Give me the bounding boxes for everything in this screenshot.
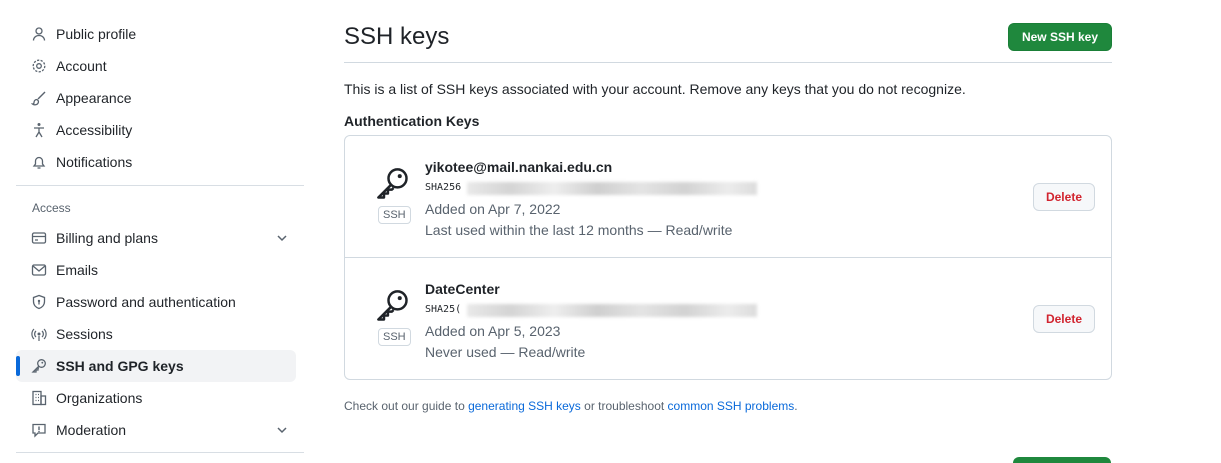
chevron-down-icon[interactable] <box>274 422 290 438</box>
sidebar-item-label: Notifications <box>56 154 133 170</box>
delete-key-button[interactable]: Delete <box>1032 305 1095 333</box>
sidebar-item-password[interactable]: Password and authentication <box>16 286 304 318</box>
key-added-date: Added on Apr 5, 2023 <box>425 323 561 339</box>
sidebar-item-label: Public profile <box>56 26 137 42</box>
settings-sidebar: Public profile Account Appearance Access… <box>16 18 304 453</box>
key-title: yikotee@mail.nankai.edu.cn <box>425 159 613 175</box>
intro-text: This is a list of SSH keys associated wi… <box>344 81 966 97</box>
sidebar-item-label: Organizations <box>56 390 143 406</box>
help-text-middle: or troubleshoot <box>580 399 668 413</box>
mail-icon <box>31 262 47 278</box>
key-type-badge: SSH <box>378 206 411 224</box>
help-text-prefix: Check out our guide to <box>344 399 469 413</box>
help-text: Check out our guide to generating SSH ke… <box>344 399 1112 413</box>
redacted-fingerprint <box>467 182 757 195</box>
sidebar-item-moderation[interactable]: Moderation <box>16 414 304 446</box>
sidebar-item-notifications[interactable]: Notifications <box>16 146 304 178</box>
gear-icon <box>31 58 47 74</box>
header-divider <box>344 62 1112 63</box>
paintbrush-icon <box>31 90 47 106</box>
sidebar-item-sessions[interactable]: Sessions <box>16 318 304 350</box>
new-ssh-key-button[interactable]: New SSH key <box>1007 23 1112 51</box>
page-header: SSH keys New SSH key <box>344 18 1112 56</box>
sidebar-item-account[interactable]: Account <box>16 50 304 82</box>
sidebar-item-billing[interactable]: Billing and plans <box>16 222 304 254</box>
accessibility-icon <box>31 122 47 138</box>
sidebar-item-label: Moderation <box>56 422 127 438</box>
list-item: SSH yikotee@mail.nankai.edu.cn SHA256 Ad… <box>345 136 1111 257</box>
key-fingerprint: SHA256 <box>425 182 462 193</box>
sidebar-item-label: SSH and GPG keys <box>56 358 184 374</box>
sidebar-item-emails[interactable]: Emails <box>16 254 304 286</box>
report-icon <box>31 422 47 438</box>
sidebar-item-appearance[interactable]: Appearance <box>16 82 304 114</box>
key-fingerprint: SHA25( <box>425 304 462 315</box>
sidebar-item-label: Sessions <box>56 326 113 342</box>
chevron-down-icon[interactable] <box>274 230 290 246</box>
bell-icon <box>31 154 47 170</box>
list-item: SSH DateCenter SHA25( Added on Apr 5, 20… <box>345 257 1111 379</box>
redacted-fingerprint <box>467 304 757 317</box>
sidebar-item-label: Emails <box>56 262 99 278</box>
sidebar-item-accessibility[interactable]: Accessibility <box>16 114 304 146</box>
sidebar-item-label: Accessibility <box>56 122 133 138</box>
sidebar-item-public-profile[interactable]: Public profile <box>16 18 304 50</box>
key-type-badge: SSH <box>378 328 411 346</box>
key-last-used: Never used — Read/write <box>425 344 586 360</box>
key-title: DateCenter <box>425 281 500 297</box>
person-icon <box>31 26 47 42</box>
new-gpg-key-button[interactable] <box>1013 457 1111 463</box>
sidebar-section-title: Access <box>32 201 71 215</box>
main-content: SSH keys New SSH key This is a list of S… <box>344 18 1112 413</box>
generating-ssh-keys-link[interactable]: generating SSH keys <box>468 399 581 413</box>
keys-list: SSH yikotee@mail.nankai.edu.cn SHA256 Ad… <box>344 135 1112 380</box>
broadcast-icon <box>31 326 47 342</box>
key-last-used: Last used within the last 12 months — Re… <box>425 222 733 238</box>
help-text-suffix: . <box>794 399 798 413</box>
common-ssh-problems-link[interactable]: common SSH problems <box>668 399 795 413</box>
sidebar-item-label: Appearance <box>56 90 132 106</box>
credit-card-icon <box>31 230 47 246</box>
sidebar-item-label: Password and authentication <box>56 294 236 310</box>
organization-icon <box>31 390 47 406</box>
key-added-date: Added on Apr 7, 2022 <box>425 201 561 217</box>
page-title: SSH keys <box>344 23 450 50</box>
key-icon <box>377 290 408 321</box>
shield-lock-icon <box>31 294 47 310</box>
sidebar-divider <box>16 185 304 186</box>
sidebar-item-organizations[interactable]: Organizations <box>16 382 304 414</box>
section-title: Authentication Keys <box>344 113 480 129</box>
delete-key-button[interactable]: Delete <box>1032 183 1095 211</box>
sidebar-item-label: Billing and plans <box>56 230 158 246</box>
sidebar-item-label: Account <box>56 58 107 74</box>
key-icon <box>31 358 47 374</box>
key-icon <box>377 168 408 199</box>
sidebar-divider <box>16 452 304 453</box>
sidebar-item-ssh-gpg-keys[interactable]: SSH and GPG keys <box>16 350 296 382</box>
